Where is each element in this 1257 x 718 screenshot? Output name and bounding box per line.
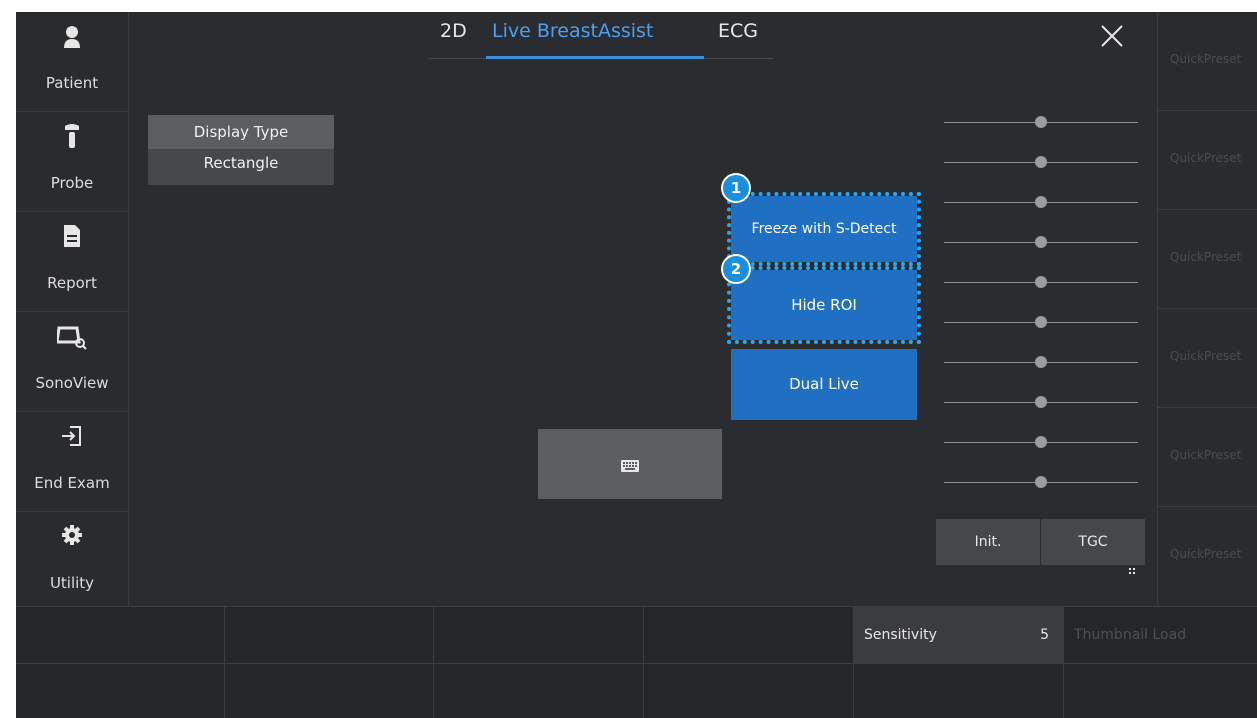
tgc-label: TGC	[1078, 534, 1108, 550]
tgc-slider-knob[interactable]	[1035, 356, 1047, 368]
quick-preset-label: QuickPreset	[1170, 349, 1242, 363]
sensitivity-control[interactable]: Sensitivity 5	[854, 606, 1064, 663]
sidebar-item-label: Patient	[45, 74, 99, 92]
sidebar-item-end-exam[interactable]: End Exam	[16, 412, 128, 512]
display-type-selector[interactable]: Display Type Rectangle	[148, 115, 334, 185]
quick-preset-label: QuickPreset	[1170, 250, 1242, 264]
sidebar-item-label: End Exam	[34, 474, 110, 492]
quick-preset-label: QuickPreset	[1170, 151, 1242, 165]
tgc-slider-knob[interactable]	[1035, 396, 1047, 408]
gear-icon	[16, 524, 128, 552]
display-type-title: Display Type	[148, 115, 334, 149]
init-button[interactable]: Init.	[936, 519, 1040, 565]
bottom-cell[interactable]	[225, 663, 434, 718]
dual-live-button[interactable]: Dual Live	[731, 349, 917, 420]
person-icon	[16, 24, 128, 52]
sidebar-item-sonoview[interactable]: SonoView	[16, 312, 128, 412]
bottom-cell[interactable]	[434, 663, 644, 718]
bottom-cell[interactable]	[16, 606, 225, 663]
sidebar-item-report[interactable]: Report	[16, 212, 128, 312]
quick-preset-button[interactable]: QuickPreset	[1157, 308, 1257, 407]
exit-icon	[16, 424, 128, 452]
sonoview-icon	[16, 324, 128, 352]
tgc-slider-knob[interactable]	[1035, 276, 1047, 288]
tgc-button[interactable]: TGC	[1041, 519, 1145, 574]
quick-preset-label: QuickPreset	[1170, 448, 1242, 462]
bottom-cell[interactable]	[434, 606, 644, 663]
bottom-cell[interactable]	[644, 606, 854, 663]
keyboard-button[interactable]	[538, 429, 722, 499]
close-icon[interactable]	[1098, 22, 1126, 50]
tgc-slider-knob[interactable]	[1035, 156, 1047, 168]
sensitivity-label: Sensitivity	[864, 627, 937, 643]
active-tab-indicator	[486, 56, 704, 59]
bottom-cell[interactable]	[854, 663, 1064, 718]
quick-preset-label: QuickPreset	[1170, 547, 1242, 561]
sidebar-item-label: Report	[47, 274, 97, 292]
sidebar-item-probe[interactable]: Probe	[16, 112, 128, 212]
tgc-slider-knob[interactable]	[1035, 476, 1047, 488]
quick-preset-button[interactable]: QuickPreset	[1157, 110, 1257, 209]
app-window: Patient Probe Report SonoView End Exam U…	[16, 12, 1257, 718]
tab-live-breastassist[interactable]: Live BreastAssist	[492, 20, 653, 42]
tgc-slider-knob[interactable]	[1035, 236, 1047, 248]
sidebar-item-label: SonoView	[35, 374, 109, 392]
quick-preset-button[interactable]: QuickPreset	[1157, 12, 1257, 110]
tgc-slider-knob[interactable]	[1035, 316, 1047, 328]
freeze-with-s-detect-button[interactable]: Freeze with S-Detect	[727, 192, 921, 266]
bottom-cell[interactable]	[225, 606, 434, 663]
grip-icon	[1129, 547, 1135, 574]
sidebar-item-label: Probe	[50, 174, 94, 192]
marker-2: 2	[721, 254, 751, 284]
tgc-slider-knob[interactable]	[1035, 196, 1047, 208]
quick-preset-button[interactable]: QuickPreset	[1157, 506, 1257, 606]
hide-roi-button[interactable]: Hide ROI	[727, 266, 921, 344]
bottom-cell[interactable]	[644, 663, 854, 718]
quick-preset-label: QuickPreset	[1170, 52, 1242, 66]
sidebar-item-label: Utility	[49, 574, 95, 592]
bottom-cell[interactable]	[16, 663, 225, 718]
tgc-slider-knob[interactable]	[1035, 436, 1047, 448]
keyboard-icon	[621, 457, 639, 476]
display-type-value: Rectangle	[148, 149, 334, 185]
tab-ecg[interactable]: ECG	[718, 20, 758, 42]
sidebar-item-utility[interactable]: Utility	[16, 512, 128, 606]
quick-preset-button[interactable]: QuickPreset	[1157, 407, 1257, 506]
marker-1: 1	[721, 173, 751, 203]
quick-preset-button[interactable]: QuickPreset	[1157, 209, 1257, 308]
thumbnail-load-label: Thumbnail Load	[1074, 627, 1187, 643]
probe-icon	[16, 124, 128, 152]
sidebar-divider	[128, 12, 129, 606]
sidebar-item-patient[interactable]: Patient	[16, 12, 128, 112]
thumbnail-load-button[interactable]: Thumbnail Load	[1064, 606, 1257, 663]
sensitivity-value: 5	[1040, 627, 1049, 643]
tgc-slider-knob[interactable]	[1035, 116, 1047, 128]
bottom-cell[interactable]	[1064, 663, 1257, 718]
document-icon	[16, 224, 128, 252]
tab-2d[interactable]: 2D	[440, 20, 467, 42]
